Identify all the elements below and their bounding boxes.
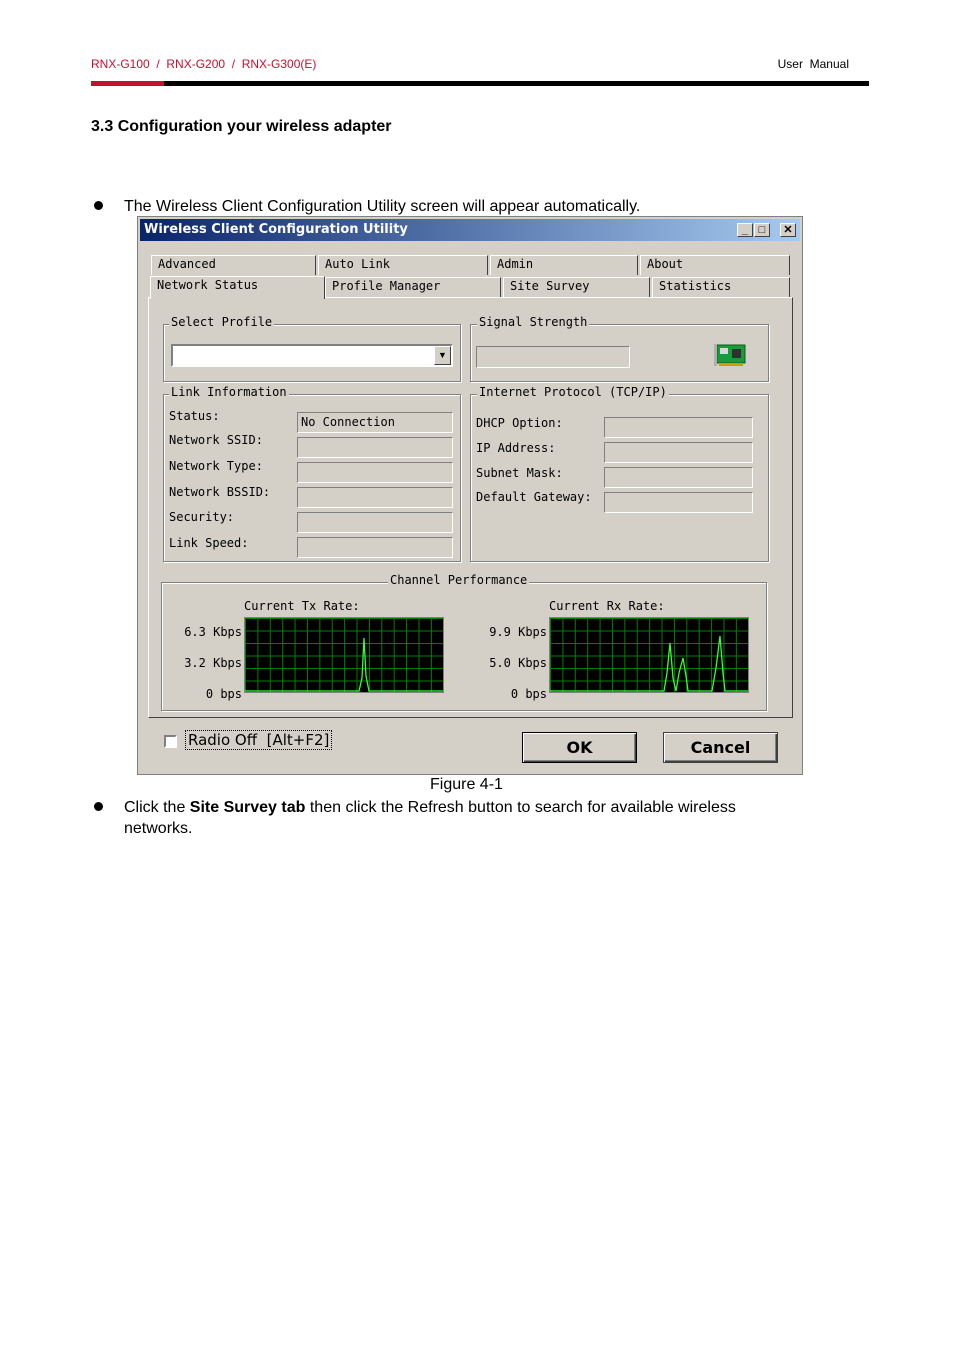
tab-statistics[interactable]: Statistics [652, 277, 790, 297]
radio-off-label[interactable]: Radio Off [Alt+F2] [185, 730, 333, 750]
rx-tick-high: 9.9 Kbps [489, 625, 547, 639]
tab-panel: Select Profile ▼ Signal Strength Link In… [148, 297, 793, 718]
tx-tick-mid: 3.2 Kbps [184, 656, 242, 670]
cancel-button[interactable]: Cancel [663, 732, 778, 763]
tcpip-label: Internet Protocol (TCP/IP) [477, 385, 669, 399]
tab-admin[interactable]: Admin [490, 255, 638, 275]
network-type-field [297, 462, 453, 483]
network-ssid-label: Network SSID: [169, 433, 263, 447]
tx-rate-graph [244, 617, 444, 693]
tab-profile-manager[interactable]: Profile Manager [325, 277, 501, 297]
link-information-label: Link Information [169, 385, 289, 399]
status-field: No Connection [297, 412, 453, 433]
section-title: 3.3 Configuration your wireless adapter [91, 118, 392, 135]
figure-caption: Figure 4-1 [430, 776, 503, 793]
chevron-down-icon[interactable]: ▼ [434, 346, 451, 365]
rx-rate-graph [549, 617, 749, 693]
bullet-text-1: The Wireless Client Configuration Utilit… [124, 198, 641, 215]
network-card-icon [714, 342, 748, 368]
default-gateway-label: Default Gateway: [476, 490, 592, 504]
rx-rate-trace [550, 635, 748, 692]
security-field [297, 512, 453, 533]
bullet-text-2: Click the Site Survey tab then click the… [124, 799, 736, 816]
title-bar: Wireless Client Configuration Utility _ … [140, 219, 800, 241]
tx-tick-low: 0 bps [205, 687, 242, 701]
tab-network-status[interactable]: Network Status [150, 276, 325, 299]
network-ssid-field [297, 437, 453, 458]
maximize-icon[interactable]: □ [754, 223, 770, 237]
network-bssid-field [297, 487, 453, 508]
tx-rate-label: Current Tx Rate: [244, 599, 360, 613]
radio-off-checkbox[interactable] [164, 735, 177, 748]
rx-tick-mid: 5.0 Kbps [489, 656, 547, 670]
tab-auto-link[interactable]: Auto Link [318, 255, 488, 275]
config-utility-window: Wireless Client Configuration Utility _ … [137, 216, 803, 775]
dhcp-option-field [604, 417, 753, 438]
ip-address-field [604, 442, 753, 463]
rx-tick-low: 0 bps [510, 687, 547, 701]
tab-site-survey[interactable]: Site Survey [503, 277, 650, 297]
select-profile-label: Select Profile [169, 315, 275, 329]
subnet-mask-field [604, 467, 753, 488]
header-models: RNX-G100 / RNX-G200 / RNX-G300(E) [91, 57, 317, 71]
subnet-mask-label: Subnet Mask: [476, 466, 563, 480]
tx-rate-trace [245, 637, 443, 692]
bullet-text-2-line2: networks. [124, 820, 193, 837]
ip-address-label: IP Address: [476, 441, 556, 455]
ok-button[interactable]: OK [522, 732, 637, 763]
default-gateway-field [604, 492, 753, 513]
header-manual: User Manual [777, 57, 849, 71]
close-icon[interactable]: ✕ [780, 223, 796, 237]
link-speed-label: Link Speed: [169, 536, 249, 550]
channel-performance-label: Channel Performance [388, 573, 530, 587]
window-title: Wireless Client Configuration Utility [144, 222, 408, 237]
bullet-icon [94, 201, 103, 210]
bullet-icon [94, 802, 103, 811]
tab-about[interactable]: About [640, 255, 790, 275]
tab-advanced[interactable]: Advanced [151, 255, 316, 275]
rx-rate-label: Current Rx Rate: [549, 599, 665, 613]
network-type-label: Network Type: [169, 459, 263, 473]
dhcp-option-label: DHCP Option: [476, 416, 563, 430]
signal-strength-bar [476, 346, 630, 368]
minimize-icon[interactable]: _ [737, 223, 753, 237]
header-rule-accent [91, 81, 164, 86]
signal-strength-label: Signal Strength [477, 315, 590, 329]
link-speed-field [297, 537, 453, 558]
tx-tick-high: 6.3 Kbps [184, 625, 242, 639]
profile-select[interactable]: ▼ [171, 344, 453, 367]
status-label: Status: [169, 409, 220, 423]
security-label: Security: [169, 510, 235, 524]
header-rule [91, 81, 869, 86]
network-bssid-label: Network BSSID: [169, 485, 271, 499]
